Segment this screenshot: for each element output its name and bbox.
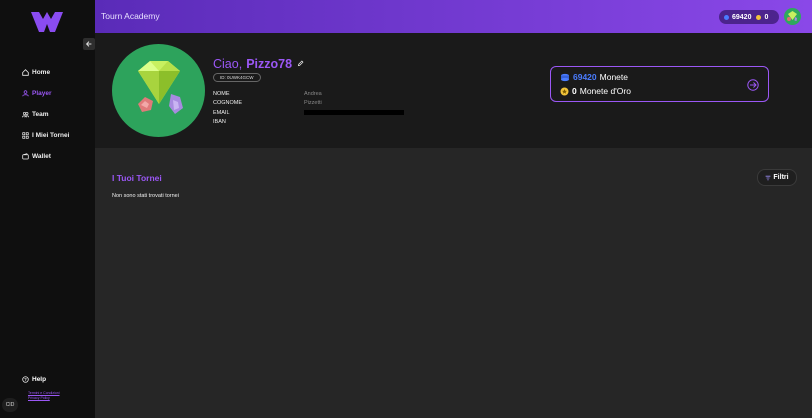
coins-amount: 69420 xyxy=(573,72,597,82)
sidebar-item-label: Player xyxy=(32,90,52,97)
sidebar-item-player[interactable]: Player xyxy=(22,83,69,104)
info-row-nome: NOME Andrea xyxy=(213,89,404,99)
profile-section: Ciao, Pizzo78 ID: 0UWK4GCW NOME Andrea CO… xyxy=(95,33,812,148)
greeting: Ciao, Pizzo78 xyxy=(213,57,292,71)
sidebar: Home Player Team I Miei Tornei Wallet ? … xyxy=(0,0,95,418)
arrow-left-icon xyxy=(85,41,92,47)
home-icon xyxy=(22,69,29,76)
filter-icon xyxy=(766,175,771,180)
sidebar-item-label: Team xyxy=(32,111,49,118)
profile-avatar xyxy=(112,44,205,137)
info-label: COGNOME xyxy=(213,100,243,107)
info-label: NOME xyxy=(213,90,230,97)
sidebar-item-team[interactable]: Team xyxy=(22,104,69,125)
tournaments-title: I Tuoi Tornei xyxy=(112,173,162,183)
top-bar: Tourn Academy 69420 0 xyxy=(95,0,812,33)
coins-row: 69420 Monete xyxy=(560,72,628,82)
gold-coin-icon xyxy=(560,87,569,95)
info-row-cognome: COGNOME Pizzetti xyxy=(213,99,404,109)
coin-stack-icon xyxy=(561,73,569,81)
info-row-email: EMAIL xyxy=(213,108,404,118)
sidebar-item-label: Home xyxy=(32,69,51,76)
filter-button[interactable]: Filtri xyxy=(757,169,797,186)
diamond-icon xyxy=(787,11,797,21)
diamond-icon xyxy=(138,61,183,114)
sidebar-item-wallet[interactable]: Wallet xyxy=(22,146,69,167)
team-icon xyxy=(22,111,29,118)
grid-icon xyxy=(22,132,29,139)
sidebar-item-label: I Miei Tornei xyxy=(32,132,70,139)
gold-label: Monete d'Oro xyxy=(579,86,631,96)
username: Pizzo78 xyxy=(246,57,293,71)
info-value: Pizzetti xyxy=(304,100,322,107)
privacy-link[interactable]: Privacy Policy xyxy=(28,396,60,401)
arrow-right-circle-icon[interactable] xyxy=(747,79,759,91)
info-row-iban: IBAN xyxy=(213,118,404,128)
collapse-sidebar-button[interactable] xyxy=(83,38,95,50)
balance-pill[interactable]: 69420 0 xyxy=(719,10,779,24)
greeting-text: Ciao, xyxy=(213,57,243,71)
player-id-badge: ID: 0UWK4GCW xyxy=(213,73,261,82)
coins-balance: 69420 xyxy=(732,13,752,21)
user-icon xyxy=(22,90,29,97)
profile-info: NOME Andrea COGNOME Pizzetti EMAIL IBAN xyxy=(213,89,404,127)
sidebar-nav: Home Player Team I Miei Tornei Wallet xyxy=(22,62,69,167)
app-title: Tourn Academy xyxy=(101,11,160,21)
wallet-card[interactable]: 69420 Monete 0 Monete d'Oro xyxy=(550,66,769,102)
empty-state-text: Non sono stati trovati tornei xyxy=(112,193,179,199)
info-label: EMAIL xyxy=(213,109,230,116)
logo-icon[interactable] xyxy=(29,10,65,34)
redacted-email xyxy=(304,110,404,116)
info-value: Andrea xyxy=(304,90,322,97)
gold-coin-icon xyxy=(756,14,762,20)
legal-links: Termini e Condizioni Privacy Policy xyxy=(28,391,60,401)
avatar[interactable] xyxy=(784,8,801,25)
help-link[interactable]: ? Help xyxy=(22,376,46,383)
wallet-icon xyxy=(22,153,29,160)
help-label: Help xyxy=(32,376,47,383)
svg-text:?: ? xyxy=(24,377,27,382)
sidebar-item-home[interactable]: Home xyxy=(22,62,69,83)
help-icon: ? xyxy=(22,376,29,383)
language-switch[interactable]: CID xyxy=(2,398,18,412)
sidebar-item-label: Wallet xyxy=(32,153,51,160)
coin-icon xyxy=(724,14,729,20)
gold-row: 0 Monete d'Oro xyxy=(560,86,631,96)
sidebar-item-tournaments[interactable]: I Miei Tornei xyxy=(22,125,69,146)
gold-balance: 0 xyxy=(764,13,769,21)
pencil-icon[interactable] xyxy=(297,60,304,67)
coins-label: Monete xyxy=(599,72,628,82)
info-label: IBAN xyxy=(213,119,226,126)
filter-label: Filtri xyxy=(773,174,789,181)
gold-amount: 0 xyxy=(572,86,577,96)
